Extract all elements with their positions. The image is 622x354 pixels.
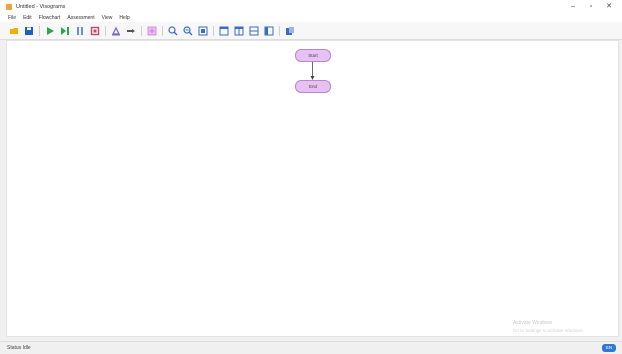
run-button[interactable] bbox=[44, 25, 56, 37]
zoom-in-button[interactable] bbox=[167, 25, 179, 37]
menu-flowchart[interactable]: Flowchart bbox=[39, 15, 61, 21]
watermark-title: Activate Windows bbox=[512, 320, 553, 326]
menu-edit[interactable]: Edit bbox=[23, 15, 32, 21]
output-icon bbox=[127, 28, 135, 33]
activation-watermark: Activate Windows Go to Settings to activ… bbox=[513, 320, 584, 334]
close-button[interactable]: ✕ bbox=[600, 0, 618, 14]
toolbar bbox=[0, 22, 622, 40]
layout-4-button[interactable] bbox=[263, 25, 275, 37]
flowchart-canvas[interactable]: Start End Activate Windows Go to Setting… bbox=[6, 40, 619, 337]
export-button[interactable] bbox=[284, 25, 296, 37]
end-node[interactable]: End bbox=[295, 80, 331, 93]
maximize-button[interactable]: ▫ bbox=[582, 0, 600, 14]
step-button[interactable] bbox=[59, 25, 71, 37]
input-icon bbox=[112, 26, 120, 35]
toolbar-separator bbox=[213, 25, 214, 36]
menu-help[interactable]: Help bbox=[119, 15, 129, 21]
add-shape-button[interactable] bbox=[146, 25, 158, 37]
menu-view[interactable]: View bbox=[102, 15, 113, 21]
window-controls: – ▫ ✕ bbox=[564, 0, 618, 14]
pause-button[interactable] bbox=[74, 25, 86, 37]
menu-file[interactable]: File bbox=[8, 15, 16, 21]
step-icon bbox=[61, 26, 69, 35]
app-window: Untitled - Visograms – ▫ ✕ File Edit Flo… bbox=[0, 0, 622, 354]
window-title: Untitled - Visograms bbox=[16, 4, 66, 10]
toolbar-separator bbox=[279, 25, 280, 36]
layout-3-button[interactable] bbox=[248, 25, 260, 37]
add-icon bbox=[147, 26, 157, 35]
toolbar-separator bbox=[141, 25, 142, 36]
grid-3-icon bbox=[249, 26, 259, 35]
layout-1-button[interactable] bbox=[218, 25, 230, 37]
output-button[interactable] bbox=[125, 25, 137, 37]
save-icon bbox=[25, 26, 33, 35]
zoom-in-icon bbox=[168, 25, 178, 35]
menu-bar: File Edit Flowchart Assessment View Help bbox=[0, 14, 622, 22]
pause-icon bbox=[77, 26, 83, 35]
open-button[interactable] bbox=[8, 25, 20, 37]
watermark-subtitle: Go to Settings to activate Windows. bbox=[512, 328, 584, 333]
export-icon bbox=[286, 26, 294, 35]
minimize-button[interactable]: – bbox=[564, 0, 582, 14]
status-bar: Status Idle EN bbox=[0, 341, 622, 354]
title-bar: Untitled - Visograms – ▫ ✕ bbox=[0, 0, 622, 14]
menu-assessment[interactable]: Assessment bbox=[67, 15, 94, 21]
zoom-fit-button[interactable] bbox=[197, 25, 209, 37]
toolbar-separator bbox=[39, 25, 40, 36]
zoom-out-icon bbox=[183, 25, 193, 35]
input-button[interactable] bbox=[110, 25, 122, 37]
zoom-fit-icon bbox=[198, 26, 208, 35]
grid-1-icon bbox=[219, 26, 229, 35]
language-badge[interactable]: EN bbox=[602, 344, 616, 352]
status-text: Status Idle bbox=[7, 345, 31, 351]
toolbar-separator bbox=[105, 25, 106, 36]
stop-icon bbox=[90, 26, 100, 35]
toolbar-separator bbox=[162, 25, 163, 36]
zoom-out-button[interactable] bbox=[182, 25, 194, 37]
start-node[interactable]: Start bbox=[295, 49, 331, 62]
app-icon bbox=[6, 4, 12, 10]
grid-4-icon bbox=[264, 26, 274, 35]
layout-2-button[interactable] bbox=[233, 25, 245, 37]
open-icon bbox=[10, 27, 18, 34]
stop-button[interactable] bbox=[89, 25, 101, 37]
grid-2-icon bbox=[234, 26, 244, 35]
save-button[interactable] bbox=[23, 25, 35, 37]
play-icon bbox=[47, 26, 54, 35]
